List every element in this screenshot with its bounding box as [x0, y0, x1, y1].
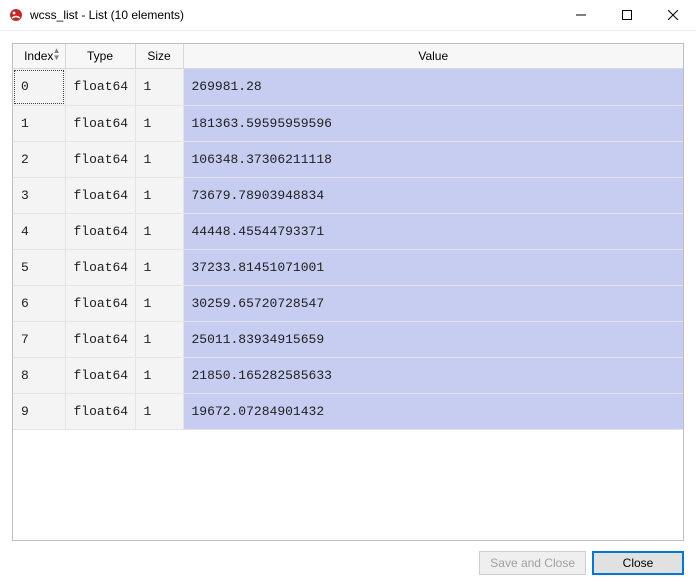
- table-row[interactable]: 2float641106348.37306211118: [13, 141, 683, 177]
- sort-arrows-icon: ▲▼: [53, 47, 61, 61]
- content-area: Index ▲▼ Type Size Value: [0, 31, 696, 541]
- cell-index[interactable]: 1: [13, 105, 65, 141]
- cell-size[interactable]: 1: [135, 393, 183, 429]
- cell-type[interactable]: float64: [65, 249, 135, 285]
- cell-size[interactable]: 1: [135, 213, 183, 249]
- table-row[interactable]: 5float64137233.81451071001: [13, 249, 683, 285]
- maximize-icon: [622, 10, 632, 20]
- close-window-button[interactable]: [650, 0, 696, 31]
- table-row[interactable]: 7float64125011.83934915659: [13, 321, 683, 357]
- cell-index[interactable]: 6: [13, 285, 65, 321]
- app-icon: [8, 7, 24, 23]
- window-controls: [558, 0, 696, 31]
- table-row[interactable]: 8float64121850.165282585633: [13, 357, 683, 393]
- maximize-button[interactable]: [604, 0, 650, 31]
- cell-type[interactable]: float64: [65, 321, 135, 357]
- cell-type[interactable]: float64: [65, 213, 135, 249]
- cell-size[interactable]: 1: [135, 321, 183, 357]
- header-size-label: Size: [147, 49, 170, 63]
- window-title: wcss_list - List (10 elements): [30, 8, 558, 22]
- header-type[interactable]: Type: [65, 44, 135, 69]
- cell-index[interactable]: 0: [13, 69, 65, 105]
- cell-index[interactable]: 9: [13, 393, 65, 429]
- table-row[interactable]: 9float64119672.07284901432: [13, 393, 683, 429]
- variable-explorer-window: wcss_list - List (10 elements): [0, 0, 696, 587]
- cell-index[interactable]: 2: [13, 141, 65, 177]
- cell-type[interactable]: float64: [65, 141, 135, 177]
- cell-value[interactable]: 37233.81451071001: [183, 249, 683, 285]
- cell-index[interactable]: 4: [13, 213, 65, 249]
- cell-value[interactable]: 19672.07284901432: [183, 393, 683, 429]
- cell-type[interactable]: float64: [65, 357, 135, 393]
- table-row[interactable]: 3float64173679.78903948834: [13, 177, 683, 213]
- table-header-row: Index ▲▼ Type Size Value: [13, 44, 683, 69]
- close-icon: [668, 10, 678, 20]
- cell-index[interactable]: 7: [13, 321, 65, 357]
- footer-buttons: Save and Close Close: [0, 541, 696, 587]
- header-index[interactable]: Index ▲▼: [13, 44, 65, 69]
- cell-value[interactable]: 73679.78903948834: [183, 177, 683, 213]
- cell-value[interactable]: 30259.65720728547: [183, 285, 683, 321]
- save-and-close-button: Save and Close: [479, 551, 586, 575]
- header-type-label: Type: [87, 49, 113, 63]
- cell-index[interactable]: 8: [13, 357, 65, 393]
- cell-size[interactable]: 1: [135, 105, 183, 141]
- cell-type[interactable]: float64: [65, 105, 135, 141]
- cell-index[interactable]: 5: [13, 249, 65, 285]
- cell-value[interactable]: 25011.83934915659: [183, 321, 683, 357]
- cell-value[interactable]: 106348.37306211118: [183, 141, 683, 177]
- cell-size[interactable]: 1: [135, 177, 183, 213]
- table-row[interactable]: 4float64144448.45544793371: [13, 213, 683, 249]
- table-container: Index ▲▼ Type Size Value: [12, 43, 684, 541]
- table-body-scroll[interactable]: 0float641269981.281float641181363.595959…: [13, 69, 683, 540]
- cell-value[interactable]: 21850.165282585633: [183, 357, 683, 393]
- cell-type[interactable]: float64: [65, 393, 135, 429]
- cell-size[interactable]: 1: [135, 141, 183, 177]
- cell-index[interactable]: 3: [13, 177, 65, 213]
- cell-size[interactable]: 1: [135, 249, 183, 285]
- cell-type[interactable]: float64: [65, 69, 135, 105]
- cell-value[interactable]: 44448.45544793371: [183, 213, 683, 249]
- header-index-label: Index: [24, 49, 53, 63]
- titlebar: wcss_list - List (10 elements): [0, 0, 696, 31]
- cell-value[interactable]: 181363.59595959596: [183, 105, 683, 141]
- header-value[interactable]: Value: [183, 44, 683, 69]
- header-value-label: Value: [418, 49, 448, 63]
- data-table: Index ▲▼ Type Size Value: [13, 44, 683, 69]
- cell-size[interactable]: 1: [135, 357, 183, 393]
- cell-type[interactable]: float64: [65, 285, 135, 321]
- table-row[interactable]: 6float64130259.65720728547: [13, 285, 683, 321]
- minimize-button[interactable]: [558, 0, 604, 31]
- table-row[interactable]: 1float641181363.59595959596: [13, 105, 683, 141]
- minimize-icon: [576, 10, 586, 20]
- cell-type[interactable]: float64: [65, 177, 135, 213]
- cell-size[interactable]: 1: [135, 69, 183, 105]
- close-button[interactable]: Close: [592, 551, 684, 575]
- cell-value[interactable]: 269981.28: [183, 69, 683, 105]
- cell-size[interactable]: 1: [135, 285, 183, 321]
- header-size[interactable]: Size: [135, 44, 183, 69]
- table-row[interactable]: 0float641269981.28: [13, 69, 683, 105]
